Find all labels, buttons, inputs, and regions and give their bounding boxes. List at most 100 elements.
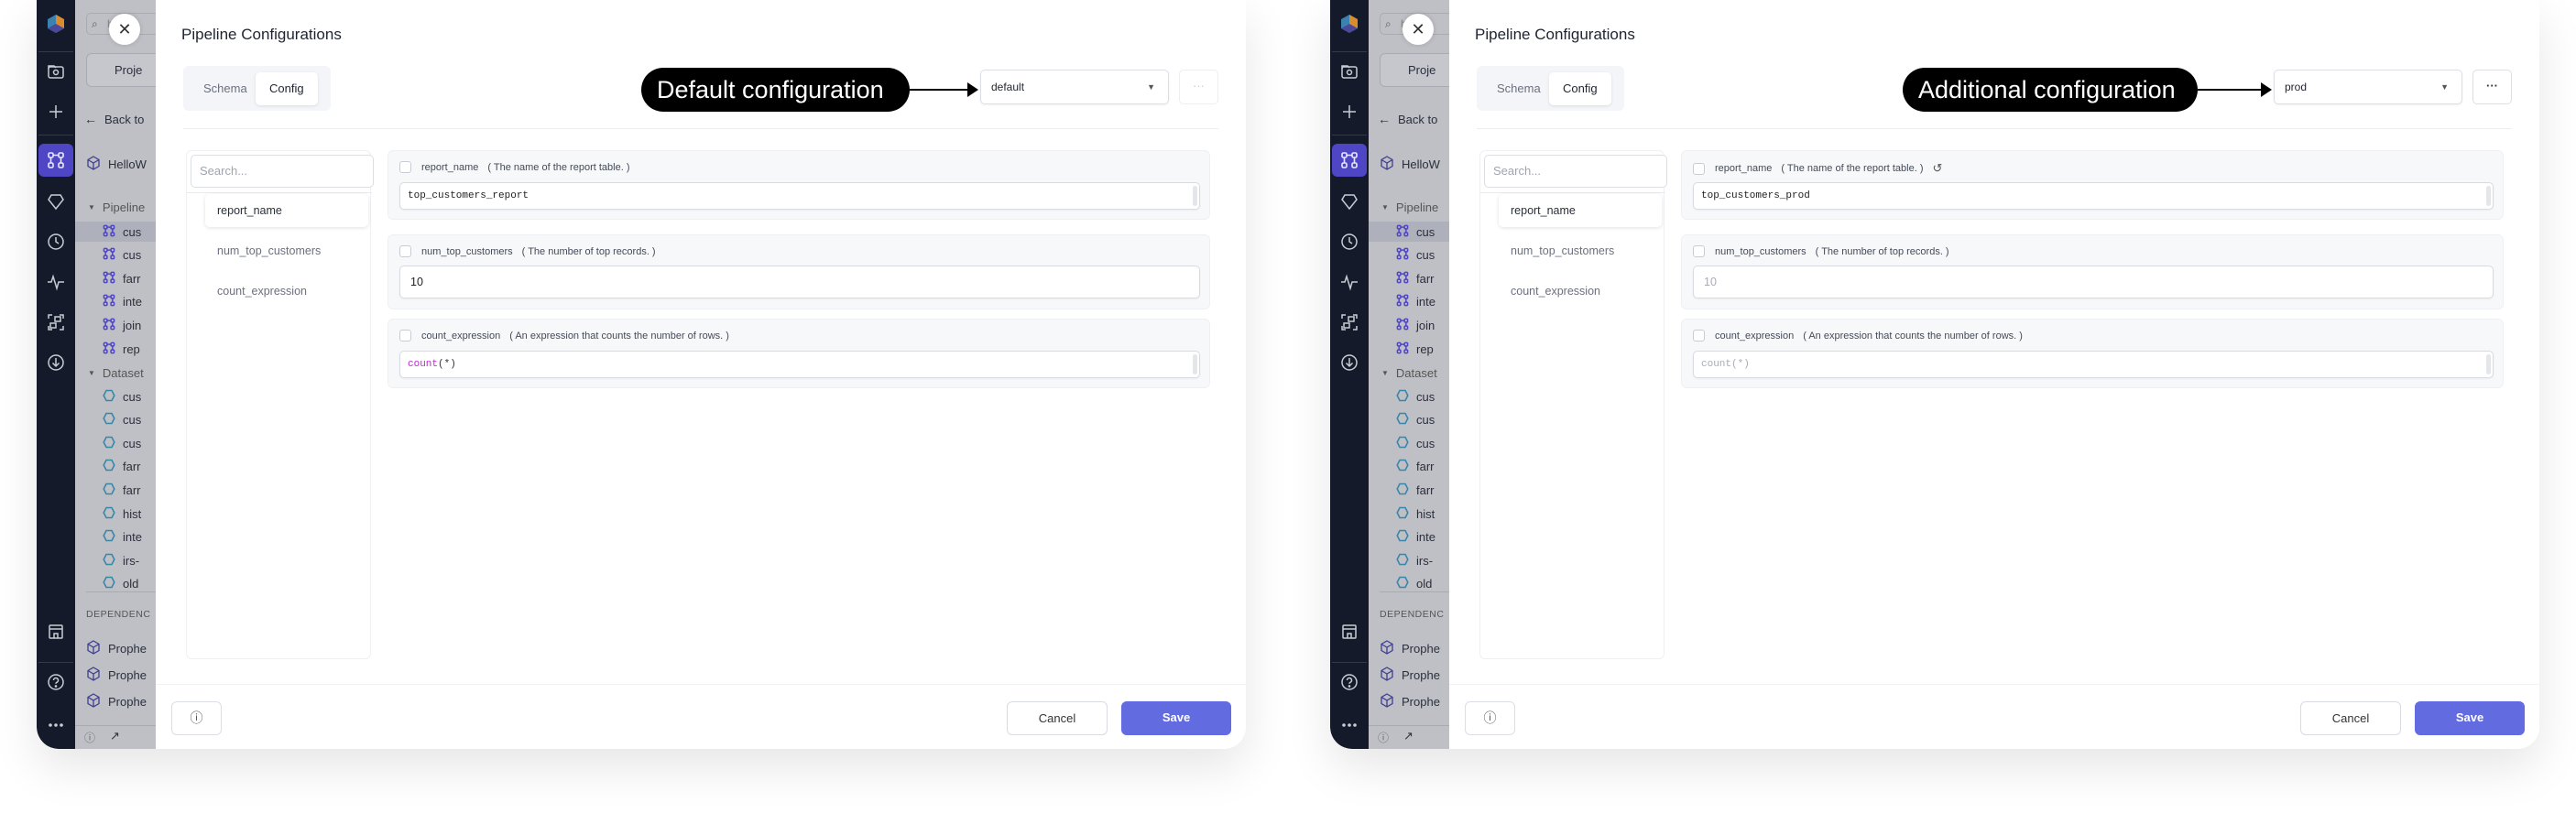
dataset-item[interactable]: farr (103, 480, 141, 500)
datasets-section[interactable]: ▼ Dataset (88, 363, 144, 383)
dataset-item[interactable]: cus (103, 386, 141, 407)
project-item[interactable]: HelloW (1380, 154, 1440, 174)
dataset-item[interactable]: inte (1396, 527, 1435, 548)
info-icon[interactable]: ⓘ (84, 730, 95, 745)
dataset-item[interactable]: hist (1396, 504, 1435, 524)
more-icon[interactable] (45, 714, 67, 736)
cancel-button[interactable]: Cancel (2300, 701, 2401, 735)
close-button[interactable]: ✕ (1403, 14, 1434, 45)
pipelines-section[interactable]: ▼ Pipeline (88, 197, 145, 217)
pipeline-item[interactable]: inte (103, 292, 142, 312)
pipeline-item[interactable]: cus (103, 245, 141, 266)
tab-config[interactable]: Config (1549, 72, 1611, 105)
field-search-textbox[interactable] (191, 156, 373, 187)
input-scrollbar[interactable] (2486, 186, 2491, 206)
dataset-item[interactable]: cus (1396, 433, 1435, 453)
plus-icon[interactable] (45, 101, 67, 123)
projects-button[interactable]: Proje (1380, 53, 1449, 87)
dependency-item[interactable]: Prophe (86, 638, 147, 658)
dependency-item[interactable]: Prophe (1380, 665, 1440, 685)
dataset-item[interactable]: inte (103, 527, 142, 548)
config-select[interactable]: prod ▼ (2274, 70, 2462, 104)
pulse-icon[interactable] (1338, 271, 1360, 293)
field-checkbox[interactable] (1693, 330, 1705, 342)
trend-icon[interactable]: ↗ (110, 729, 120, 743)
dataset-item[interactable]: farr (1396, 480, 1435, 500)
field-report_name-input[interactable]: top_customers_prod (1693, 182, 2494, 210)
back-link[interactable]: ← Back to (84, 109, 144, 129)
dataset-item[interactable]: irs- (103, 550, 139, 570)
pipeline-item[interactable]: cus (1396, 245, 1435, 266)
field-search-input[interactable]: Search... (191, 155, 374, 188)
help-icon[interactable] (45, 671, 67, 693)
dataset-item[interactable]: cus (1396, 410, 1435, 430)
clock-icon[interactable] (45, 231, 67, 253)
pipelines-section[interactable]: ▼ Pipeline (1381, 197, 1438, 217)
field-search-textbox[interactable] (1485, 156, 1666, 187)
list-item-num_top_customers[interactable]: num_top_customers (205, 234, 368, 267)
pipeline-item[interactable]: inte (1396, 292, 1435, 312)
trend-icon[interactable]: ↗ (1403, 729, 1414, 743)
pipeline-item[interactable]: rep (1396, 339, 1434, 359)
pipeline-item[interactable]: cus (75, 222, 156, 242)
field-checkbox[interactable] (399, 245, 411, 257)
pipeline-item[interactable]: farr (1396, 268, 1435, 288)
clock-icon[interactable] (1338, 231, 1360, 253)
list-item-report_name[interactable]: report_name (1499, 194, 1662, 227)
dataset-item[interactable]: cus (103, 410, 141, 430)
download-icon[interactable] (1338, 352, 1360, 374)
pipeline-item[interactable]: join (103, 315, 141, 335)
pipeline-item[interactable]: cus (1369, 222, 1449, 242)
tab-config[interactable]: Config (256, 72, 318, 105)
field-checkbox[interactable] (1693, 245, 1705, 257)
reset-icon[interactable]: ↺ (1932, 161, 1942, 176)
pipeline-item[interactable]: join (1396, 315, 1435, 335)
pipeline-item[interactable]: farr (103, 268, 141, 288)
plus-icon[interactable] (1338, 101, 1360, 123)
close-button[interactable]: ✕ (109, 14, 140, 45)
config-select[interactable]: default ▼ (980, 70, 1169, 104)
dependency-item[interactable]: Prophe (86, 665, 147, 685)
tab-schema[interactable]: Schema (190, 72, 261, 105)
field-search-input[interactable]: Search... (1484, 155, 1667, 188)
pipeline-icon[interactable] (1332, 144, 1367, 177)
pipeline-icon[interactable] (38, 144, 73, 177)
save-button[interactable]: Save (2415, 701, 2525, 735)
field-checkbox[interactable] (399, 161, 411, 173)
more-icon[interactable] (1338, 714, 1360, 736)
tab-schema[interactable]: Schema (1483, 72, 1555, 105)
help-icon[interactable] (1338, 671, 1360, 693)
diamond-icon[interactable] (45, 190, 67, 212)
field-report_name-input[interactable]: top_customers_report (399, 182, 1200, 210)
dataset-item[interactable]: farr (103, 457, 141, 477)
field-count_expression-input[interactable]: count(*) (399, 351, 1200, 378)
dependency-item[interactable]: Prophe (1380, 691, 1440, 711)
folder-search-icon[interactable] (1338, 60, 1360, 82)
datasets-section[interactable]: ▼ Dataset (1381, 363, 1437, 383)
project-item[interactable]: HelloW (86, 154, 147, 174)
field-count_expression-input[interactable]: count(*) (1693, 351, 2494, 378)
input-scrollbar[interactable] (2486, 354, 2491, 374)
graph-icon[interactable] (45, 311, 67, 333)
info-button[interactable]: ⓘ (171, 701, 222, 735)
dataset-item[interactable]: cus (1396, 386, 1435, 407)
diamond-icon[interactable] (1338, 190, 1360, 212)
folder-search-icon[interactable] (45, 60, 67, 82)
dataset-item[interactable]: irs- (1396, 550, 1433, 570)
cancel-button[interactable]: Cancel (1007, 701, 1108, 735)
dependency-item[interactable]: Prophe (1380, 638, 1440, 658)
info-button[interactable]: ⓘ (1465, 701, 1515, 735)
field-checkbox[interactable] (1693, 162, 1705, 175)
dependency-item[interactable]: Prophe (86, 691, 147, 711)
dataset-item[interactable]: cus (103, 433, 141, 453)
list-item-count_expression[interactable]: count_expression (205, 275, 368, 308)
download-icon[interactable] (45, 352, 67, 374)
graph-icon[interactable] (1338, 311, 1360, 333)
save-button[interactable]: Save (1121, 701, 1231, 735)
info-icon[interactable]: ⓘ (1378, 730, 1389, 745)
more-options-button[interactable]: ··· (2472, 70, 2512, 104)
input-scrollbar[interactable] (1193, 354, 1197, 374)
input-scrollbar[interactable] (1193, 186, 1197, 206)
field-num_top_customers-input[interactable]: 10 (399, 266, 1200, 298)
list-item-num_top_customers[interactable]: num_top_customers (1499, 234, 1662, 267)
